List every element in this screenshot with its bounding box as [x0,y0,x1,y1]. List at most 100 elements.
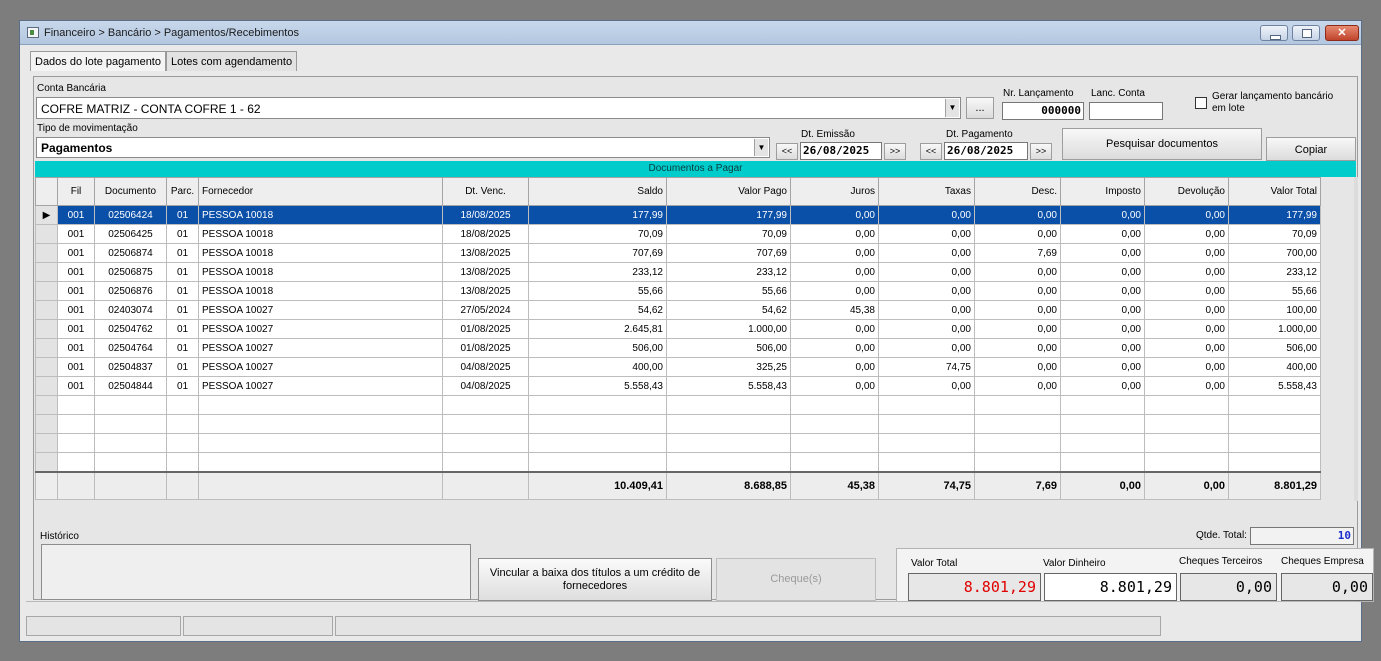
row-pointer-icon[interactable]: ▶ [35,205,58,225]
conta-select[interactable]: COFRE MATRIZ - CONTA COFRE 1 - 62 ▼ [36,97,961,119]
table-row[interactable]: 001 02403074 01 PESSOA 10027 27/05/2024 54,62… [35,300,1321,320]
col-header[interactable]: Valor Pago [666,177,791,206]
row-indicator[interactable] [35,281,58,301]
row-indicator[interactable] [35,338,58,358]
maximize-button[interactable] [1292,25,1320,41]
row-indicator[interactable] [35,357,58,377]
col-header[interactable]: Documento [94,177,167,206]
table-cell: 001 [57,281,95,301]
table-cell [57,433,95,453]
table-row[interactable]: 001 02504837 01 PESSOA 10027 04/08/2025 400,0… [35,357,1321,377]
table-row[interactable]: 001 02506875 01 PESSOA 10018 13/08/2025 233,1… [35,262,1321,282]
table-row-empty[interactable] [35,414,1321,434]
table-row[interactable]: 001 02506874 01 PESSOA 10018 13/08/2025 707,6… [35,243,1321,263]
table-cell: 0,00 [1144,300,1229,320]
vincular-credito-button[interactable]: Vincular a baixa dos títulos a um crédit… [478,558,712,601]
table-cell: 13/08/2025 [442,262,529,282]
row-indicator[interactable] [35,262,58,282]
pagamento-prev-button[interactable]: << [920,143,942,160]
emissao-prev-button[interactable]: << [776,143,798,160]
valor-dinheiro-field[interactable]: 8.801,29 [1044,573,1177,601]
emissao-next-button[interactable]: >> [884,143,906,160]
table-cell: 0,00 [790,205,879,225]
chevron-down-icon[interactable]: ▼ [945,99,959,117]
col-header[interactable]: Desc. [974,177,1061,206]
table-row-empty[interactable] [35,452,1321,472]
close-button[interactable]: ✕ [1325,25,1359,41]
total-cell: 8.688,85 [666,470,791,500]
table-cell [974,433,1061,453]
table-cell: 700,00 [1228,243,1321,263]
gerar-lancamento-checkbox[interactable] [1195,97,1207,109]
table-row[interactable]: 001 02504844 01 PESSOA 10027 04/08/2025 5.558… [35,376,1321,396]
row-indicator[interactable] [35,300,58,320]
table-cell: 0,00 [878,281,975,301]
app-icon [27,27,39,38]
table-cell: 70,09 [666,224,791,244]
table-row[interactable]: 001 02504764 01 PESSOA 10027 01/08/2025 506,0… [35,338,1321,358]
col-header[interactable]: Dt. Venc. [442,177,529,206]
cheques-button[interactable]: Cheque(s) [716,558,876,601]
pesquisar-documentos-button[interactable]: Pesquisar documentos [1062,128,1262,160]
dt-emissao-field[interactable]: 26/08/2025 [800,142,882,160]
table-cell: 02506424 [94,205,167,225]
table-cell: 01 [166,319,199,339]
lanc-conta-label: Lanc. Conta [1091,88,1145,99]
col-header[interactable]: Imposto [1060,177,1145,206]
minimize-button[interactable] [1260,25,1288,41]
table-cell: 177,99 [528,205,667,225]
table-row[interactable]: 001 02504762 01 PESSOA 10027 01/08/2025 2.645… [35,319,1321,339]
table-cell: 0,00 [790,243,879,263]
col-header[interactable]: Valor Total [1228,177,1321,206]
table-cell [878,395,975,415]
nr-lancamento-field[interactable]: 000000 [1002,102,1084,120]
table-cell [35,452,58,472]
chevron-down-icon[interactable]: ▼ [754,139,768,156]
tipo-select[interactable]: Pagamentos ▼ [36,137,770,158]
table-cell: 001 [57,224,95,244]
col-header[interactable]: Fil [57,177,95,206]
table-cell: 0,00 [1144,205,1229,225]
cheques-empresa-field: 0,00 [1281,573,1373,601]
lanc-conta-field[interactable] [1089,102,1163,120]
col-header[interactable]: Fornecedor [198,177,443,206]
dt-pagamento-field[interactable]: 26/08/2025 [944,142,1028,160]
table-cell [166,470,199,500]
col-header[interactable]: Devolução [1144,177,1229,206]
documents-grid[interactable]: Fil Documento Parc. Fornecedor Dt. Venc.… [35,177,1321,500]
table-cell [1228,452,1321,472]
status-segment [26,616,181,636]
tab-dados-lote[interactable]: Dados do lote pagamento [30,51,166,71]
table-cell [528,395,667,415]
grid-scrollbar[interactable] [1354,177,1358,501]
total-cell: 7,69 [974,470,1061,500]
tab-lotes-agendamento[interactable]: Lotes com agendamento [166,51,298,71]
totals-panel: Valor Total 8.801,29 Valor Dinheiro 8.80… [896,548,1374,602]
table-row-empty[interactable] [35,395,1321,415]
table-cell [198,452,443,472]
historico-textarea[interactable] [41,544,471,600]
table-cell [35,395,58,415]
pagamento-next-button[interactable]: >> [1030,143,1052,160]
table-cell [442,452,529,472]
table-cell [198,470,443,500]
table-row[interactable]: 001 02506425 01 PESSOA 10018 18/08/2025 70,09… [35,224,1321,244]
table-row[interactable]: ▶ 001 02506424 01 PESSOA 10018 18/08/2025 177,… [35,205,1321,225]
row-indicator[interactable] [35,376,58,396]
row-indicator[interactable] [35,224,58,244]
grid-header-row: Fil Documento Parc. Fornecedor Dt. Venc.… [35,177,1321,206]
row-indicator[interactable] [35,243,58,263]
col-header[interactable]: Saldo [528,177,667,206]
copiar-button[interactable]: Copiar [1266,137,1356,161]
col-header[interactable]: Juros [790,177,879,206]
table-row[interactable]: 001 02506876 01 PESSOA 10018 13/08/2025 55,66… [35,281,1321,301]
table-cell: 5.558,43 [666,376,791,396]
col-header[interactable]: Taxas [878,177,975,206]
table-row-empty[interactable] [35,433,1321,453]
title-bar[interactable]: Financeiro > Bancário > Pagamentos/Receb… [20,21,1361,45]
table-cell: 0,00 [974,319,1061,339]
row-indicator[interactable] [35,319,58,339]
col-header[interactable]: Parc. [166,177,199,206]
conta-lookup-button[interactable]: ... [966,97,994,119]
table-cell [790,395,879,415]
